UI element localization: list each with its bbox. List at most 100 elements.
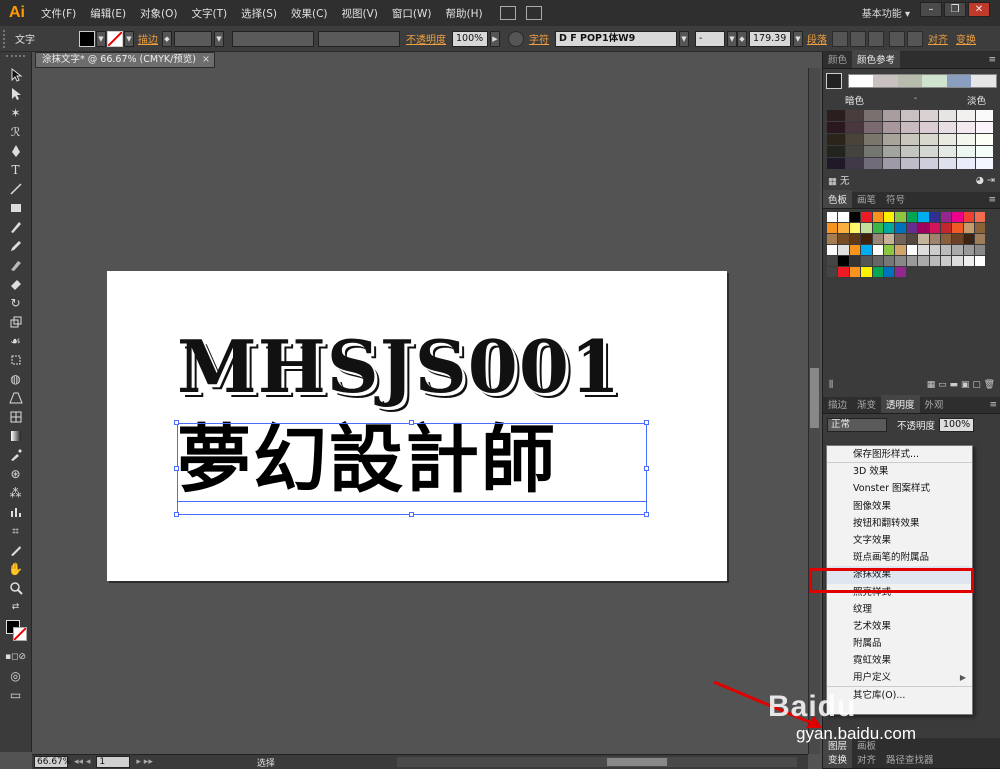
color-guide-cell[interactable]: [845, 122, 864, 133]
swatch[interactable]: [952, 267, 963, 277]
swatch[interactable]: [940, 245, 952, 255]
stroke-weight-field[interactable]: [174, 30, 212, 47]
align-center-icon[interactable]: [850, 30, 866, 47]
swatch[interactable]: [952, 234, 963, 244]
free-transform-tool-icon[interactable]: [5, 352, 27, 368]
color-guide-cell[interactable]: [827, 110, 845, 121]
menu-file[interactable]: 文件(F): [34, 6, 83, 21]
swatch[interactable]: [838, 234, 849, 244]
tab-pathfinder[interactable]: 路径查找器: [881, 750, 939, 768]
color-guide-grid[interactable]: [827, 110, 996, 169]
color-guide-cell[interactable]: [957, 146, 975, 157]
menu-item-artistic-effects[interactable]: 艺术效果: [827, 618, 972, 635]
menu-item-save-styles[interactable]: 保存图形样式...: [827, 446, 972, 464]
color-guide-cell[interactable]: [957, 158, 975, 169]
tab-transform[interactable]: 变换: [823, 750, 853, 768]
swatch[interactable]: [895, 245, 906, 255]
color-guide-cell[interactable]: [919, 122, 938, 133]
document-tab[interactable]: 涂抹文字* @ 66.67% (CMYK/预览) ×: [35, 52, 215, 68]
slice-tool-icon[interactable]: [5, 542, 27, 558]
blend-mode-select[interactable]: 正常: [827, 418, 887, 432]
menu-help[interactable]: 帮助(H): [439, 6, 490, 21]
symbol-sprayer-tool-icon[interactable]: ⁂: [5, 485, 27, 501]
drawing-mode-icon[interactable]: ◎: [5, 668, 27, 684]
swatch[interactable]: [906, 223, 918, 233]
swatch[interactable]: [940, 256, 952, 266]
paragraph-link[interactable]: 段落: [807, 31, 827, 46]
swatch[interactable]: [849, 256, 861, 266]
swatch-library-icon[interactable]: ⫼: [829, 380, 833, 394]
swatch[interactable]: [849, 212, 861, 222]
swatch[interactable]: [895, 267, 906, 277]
swatch[interactable]: [906, 245, 918, 255]
canvas[interactable]: MHSJS001 夢幻設計師: [35, 68, 807, 754]
swatch[interactable]: [861, 212, 872, 222]
swatch[interactable]: [918, 212, 929, 222]
color-guide-cell[interactable]: [901, 122, 919, 133]
color-guide-cell[interactable]: [845, 158, 864, 169]
color-guide-cell[interactable]: [957, 134, 975, 145]
color-guide-cell[interactable]: [845, 110, 864, 121]
swatch[interactable]: [975, 267, 986, 277]
opacity-field[interactable]: 100%: [452, 30, 488, 47]
swatch[interactable]: [918, 256, 929, 266]
opacity-value-field[interactable]: 100%: [939, 418, 975, 432]
swatch[interactable]: [838, 245, 849, 255]
swatch[interactable]: [883, 256, 895, 266]
stroke-none-swatch[interactable]: [107, 30, 123, 47]
eraser-tool-icon[interactable]: [5, 276, 27, 292]
menu-select[interactable]: 选择(S): [234, 6, 284, 21]
swatch[interactable]: [952, 212, 963, 222]
swatch[interactable]: [975, 212, 986, 222]
chevron-down-icon[interactable]: ▼: [727, 30, 737, 47]
menu-item-text-effects[interactable]: 文字效果: [827, 532, 972, 549]
zoom-tool-icon[interactable]: [5, 580, 27, 596]
color-guide-cell[interactable]: [882, 158, 901, 169]
zoom-field[interactable]: 66.67%: [34, 756, 71, 768]
selection-tool-icon[interactable]: [5, 67, 27, 83]
align-right-icon[interactable]: [868, 30, 884, 47]
swatch[interactable]: [963, 223, 975, 233]
perspective-grid-tool-icon[interactable]: [5, 390, 27, 406]
swatch[interactable]: [929, 212, 940, 222]
color-guide-cell[interactable]: [938, 158, 957, 169]
swatch[interactable]: [827, 212, 838, 222]
swatch[interactable]: [929, 256, 940, 266]
swatch[interactable]: [872, 267, 883, 277]
swatch[interactable]: [895, 212, 906, 222]
color-guide-cell[interactable]: [901, 158, 919, 169]
swatch[interactable]: [918, 234, 929, 244]
tab-brushes[interactable]: 画笔: [852, 190, 881, 208]
swatch[interactable]: [861, 223, 872, 233]
text-grid-icon[interactable]: [889, 30, 905, 47]
color-guide-cell[interactable]: [938, 110, 957, 121]
artboard-number-field[interactable]: 1: [96, 756, 131, 768]
color-guide-cell[interactable]: [938, 122, 957, 133]
swatch[interactable]: [849, 245, 861, 255]
color-guide-cell[interactable]: [864, 122, 882, 133]
swatch[interactable]: [975, 223, 986, 233]
swatch[interactable]: [861, 256, 872, 266]
swatch[interactable]: [906, 256, 918, 266]
brush-definition-field[interactable]: [318, 30, 400, 47]
chevron-down-icon[interactable]: ▼: [679, 30, 689, 47]
stepper-icon[interactable]: ◆: [162, 30, 172, 47]
swatch[interactable]: [861, 234, 872, 244]
character-link[interactable]: 字符: [529, 31, 549, 46]
align-link[interactable]: 对齐: [928, 31, 948, 46]
swatch[interactable]: [827, 267, 838, 277]
color-guide-cell[interactable]: [864, 110, 882, 121]
color-guide-cell[interactable]: [938, 146, 957, 157]
color-guide-cell[interactable]: [845, 146, 864, 157]
swatch[interactable]: [827, 234, 838, 244]
selection-handle[interactable]: [174, 512, 179, 517]
swatch[interactable]: [838, 223, 849, 233]
tab-gradient[interactable]: 渐变: [852, 395, 881, 413]
chevron-down-icon[interactable]: ▼: [793, 30, 803, 47]
color-guide-cell[interactable]: [975, 146, 994, 157]
menu-type[interactable]: 文字(T): [185, 6, 235, 21]
chevron-down-icon[interactable]: ▼: [214, 30, 224, 47]
swatch[interactable]: [872, 212, 883, 222]
pencil-tool-icon[interactable]: [5, 238, 27, 254]
chevron-down-icon[interactable]: ▼: [124, 30, 134, 47]
